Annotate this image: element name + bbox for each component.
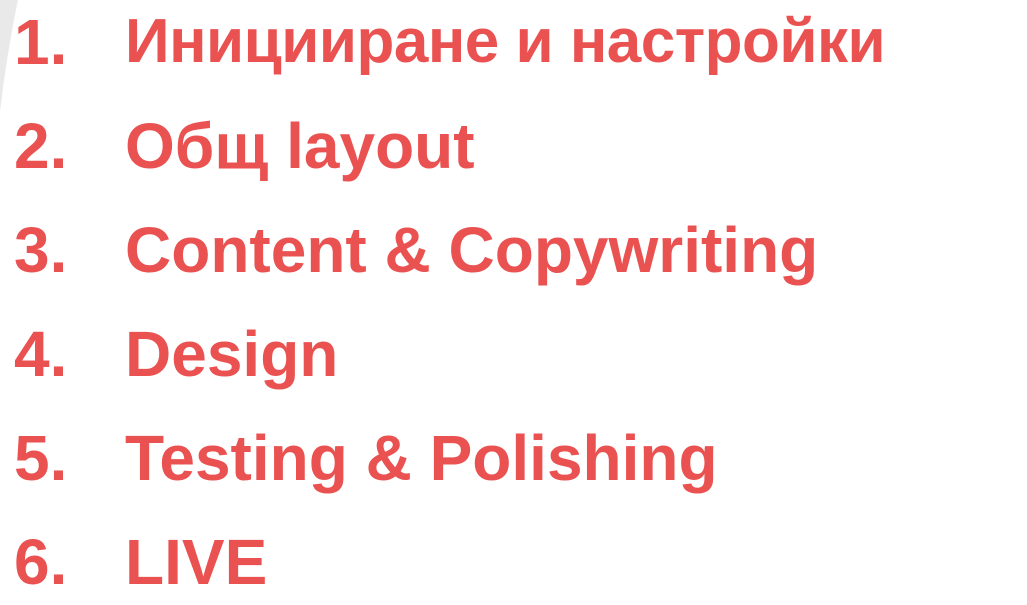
- list-item: 4. Design: [14, 312, 338, 396]
- list-item: 1. Иницииране и настройки: [14, 0, 886, 84]
- list-item-label: Testing & Polishing: [125, 422, 718, 494]
- numbered-list: 1. Иницииране и настройки 2. Общ layout …: [0, 0, 1027, 605]
- list-item: 6. LIVE: [14, 520, 267, 604]
- list-item-number: 5.: [14, 422, 68, 494]
- list-item-number: 2.: [14, 110, 68, 182]
- list-item: 2. Общ layout: [14, 104, 475, 188]
- list-item-number: 1.: [14, 6, 68, 78]
- list-item-label: Иницииране и настройки: [125, 7, 886, 76]
- list-item-label: LIVE: [125, 526, 268, 598]
- list-item-number: 3.: [14, 214, 68, 286]
- list-item: 3. Content & Copywriting: [14, 208, 818, 292]
- list-item-label: Content & Copywriting: [125, 214, 819, 286]
- list-item: 5. Testing & Polishing: [14, 416, 718, 500]
- list-item-label: Общ layout: [125, 110, 475, 182]
- list-item-number: 4.: [14, 318, 68, 390]
- list-item-number: 6.: [14, 526, 68, 598]
- list-item-label: Design: [125, 318, 339, 390]
